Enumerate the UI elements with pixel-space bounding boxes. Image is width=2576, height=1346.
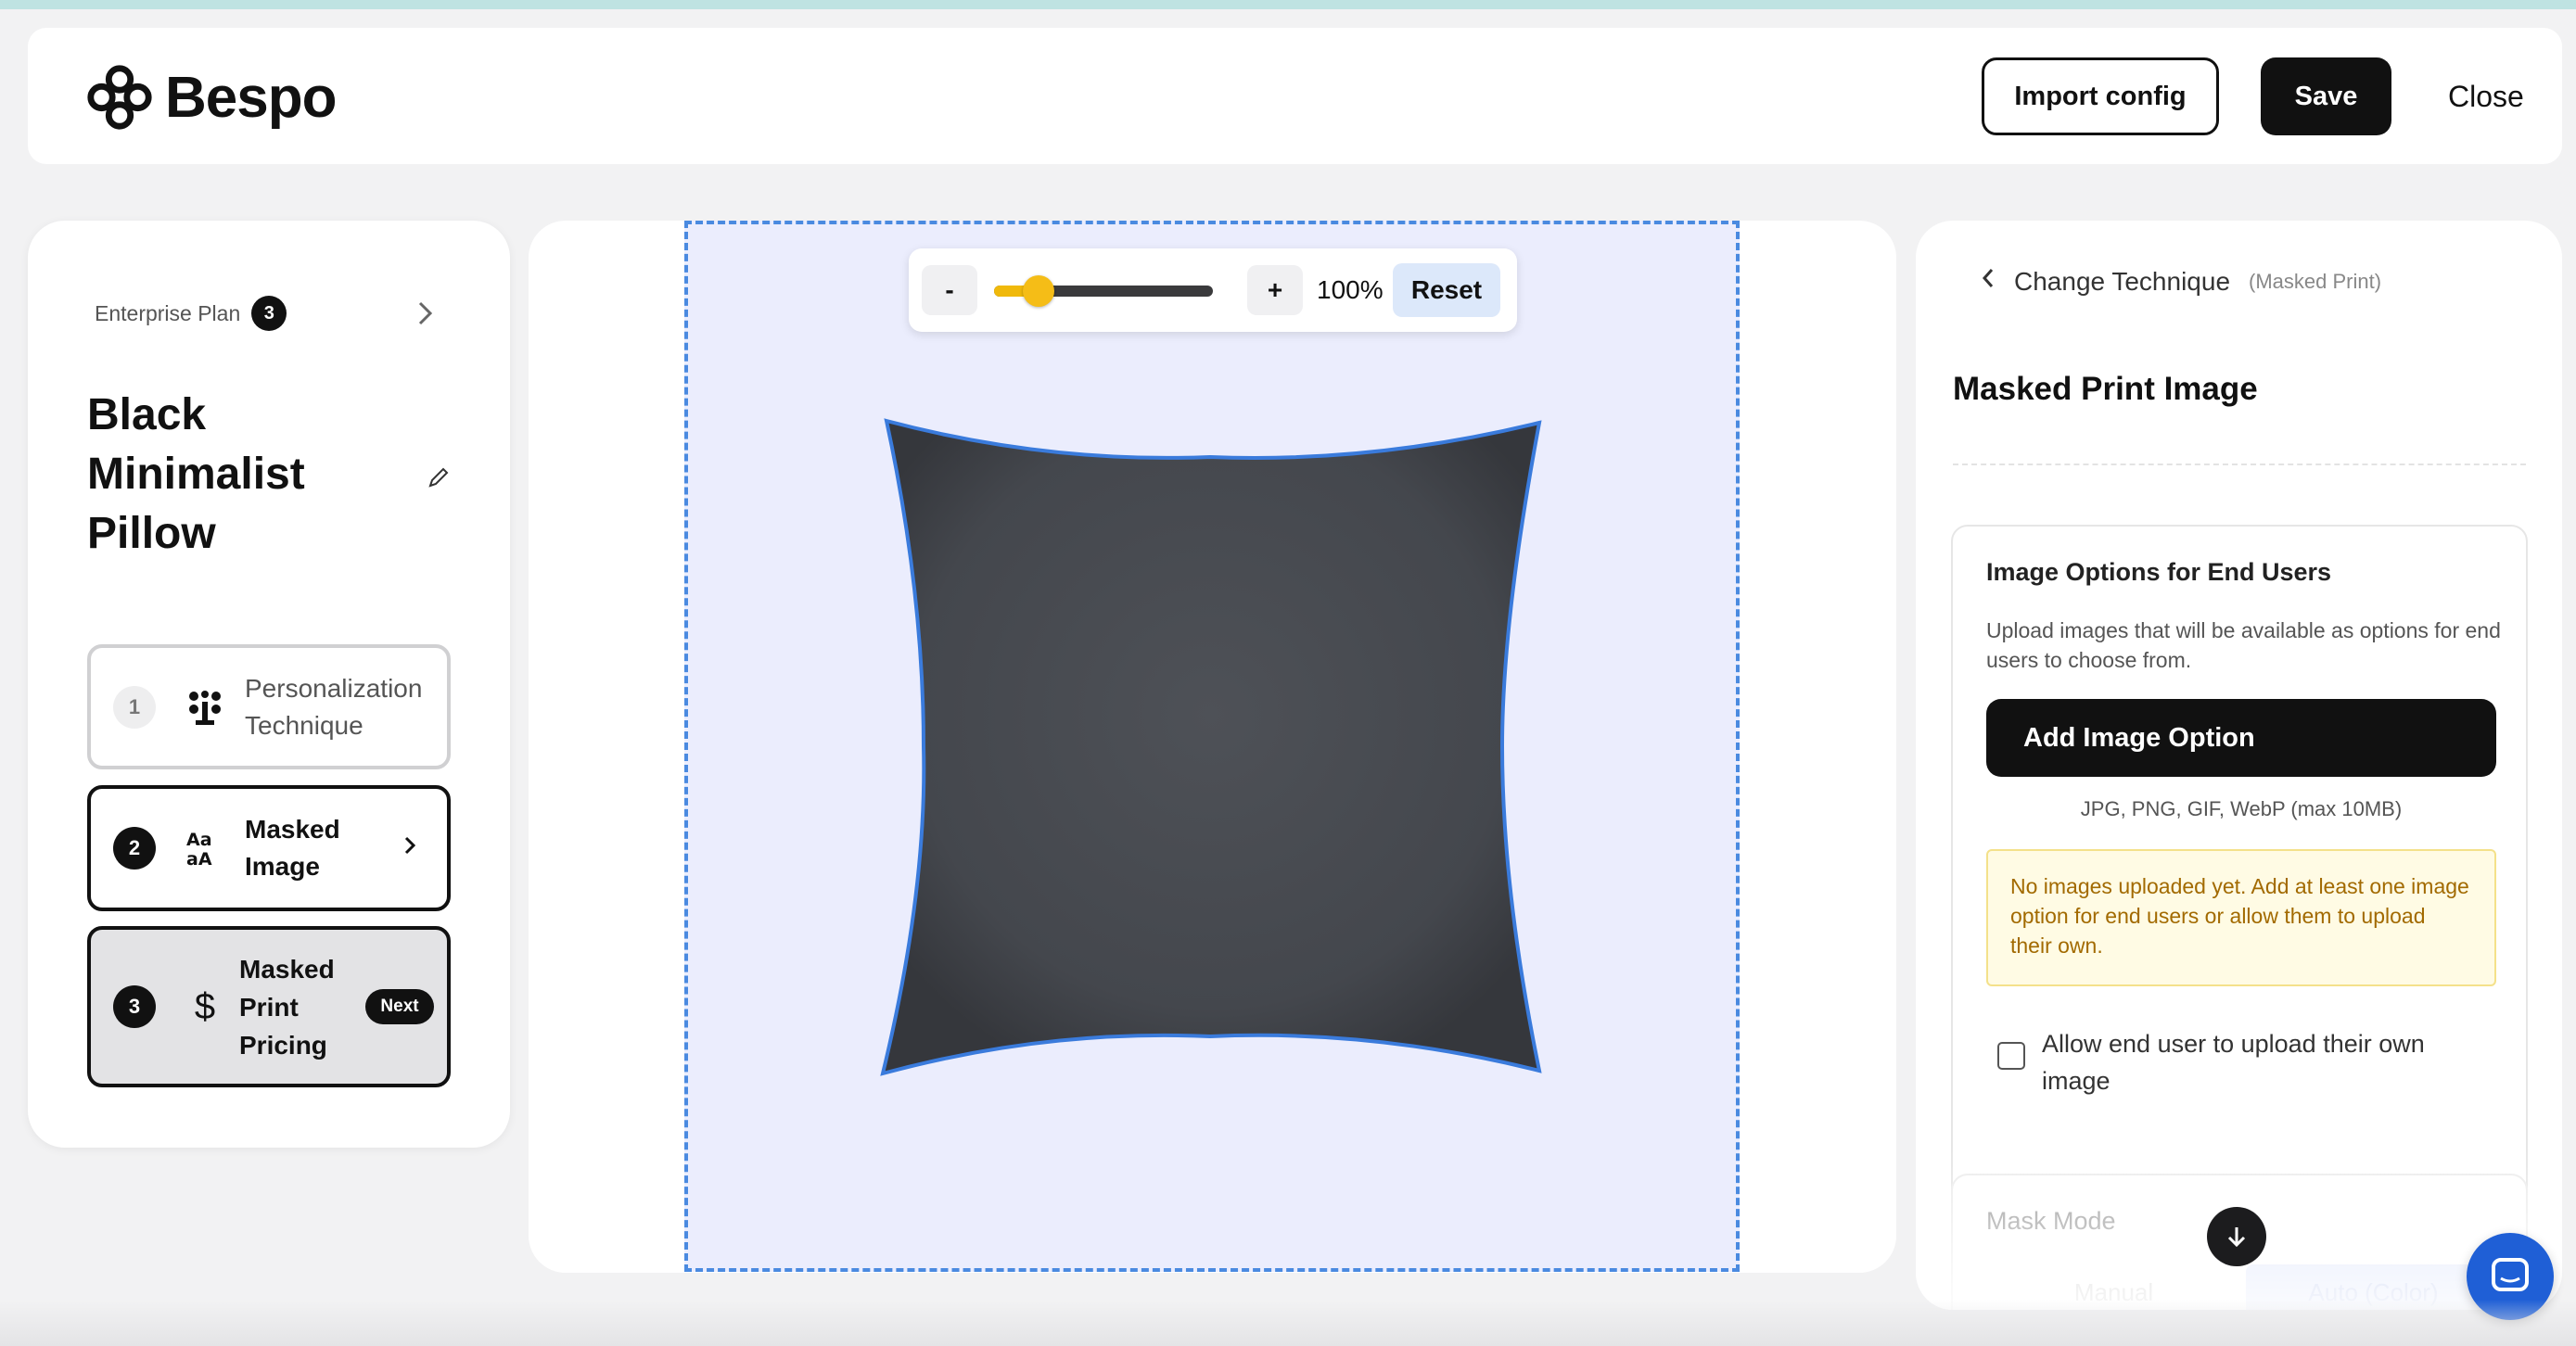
allow-upload-label[interactable]: Allow end user to upload their own image <box>2042 1025 2487 1099</box>
zoom-slider-thumb[interactable] <box>1023 275 1054 307</box>
technique-settings-panel: Change Technique (Masked Print) Masked P… <box>1916 221 2562 1310</box>
section-title: Masked Print Image <box>1953 371 2258 407</box>
plan-selector[interactable]: Enterprise Plan 3 <box>95 295 465 332</box>
mask-mode-title: Mask Mode <box>1986 1207 2116 1235</box>
app-header: Bespo Import config Save Close <box>28 28 2562 164</box>
image-options-title: Image Options for End Users <box>1986 558 2332 586</box>
step-number: 1 <box>113 685 156 729</box>
step-label: Personalization Technique <box>245 673 423 740</box>
allow-upload-option[interactable]: Allow end user to upload their own image <box>1997 1025 2489 1109</box>
scroll-down-button[interactable] <box>2207 1207 2266 1266</box>
zoom-out-button[interactable]: - <box>922 265 977 315</box>
close-button[interactable]: Close <box>2448 57 2524 135</box>
svg-text:Aa: Aa <box>186 830 212 850</box>
section-divider <box>1953 463 2526 465</box>
typography-icon: Aa aA <box>184 827 226 870</box>
next-badge: Next <box>365 989 434 1024</box>
chevron-right-icon <box>402 833 417 863</box>
bespo-logo-icon <box>87 65 152 130</box>
supported-formats-text: JPG, PNG, GIF, WebP (max 10MB) <box>2080 797 2403 820</box>
step-number: 3 <box>113 985 156 1028</box>
import-config-button[interactable]: Import config <box>1982 57 2219 135</box>
step-masked-image[interactable]: 2 Aa aA Masked Image <box>87 785 451 911</box>
zoom-value: 100% <box>1317 275 1384 304</box>
chevron-left-icon <box>1981 266 1996 298</box>
pencil-icon[interactable] <box>425 463 453 491</box>
chevron-right-icon[interactable] <box>415 295 443 332</box>
step-label: Masked Print Pricing <box>239 954 335 1060</box>
tree-nodes-icon <box>184 686 226 729</box>
plan-label: Enterprise Plan <box>95 300 241 325</box>
zoom-toolbar: - + 100% Reset <box>909 248 1517 332</box>
product-pillow-image[interactable] <box>872 408 1549 1085</box>
change-technique-label: Change Technique <box>2014 267 2231 296</box>
product-title: Black Minimalist Pillow <box>87 390 305 558</box>
add-image-option-button[interactable]: Add Image Option <box>1986 699 2496 777</box>
browser-top-strip <box>0 0 2576 9</box>
save-button[interactable]: Save <box>2261 57 2391 135</box>
step-masked-print-pricing[interactable]: 3 $ Masked Print Pricing Next <box>87 926 451 1087</box>
chat-icon <box>2492 1258 2529 1291</box>
arrow-down-icon <box>2227 1227 2246 1248</box>
step-number: 2 <box>113 827 156 870</box>
zoom-in-button[interactable]: + <box>1247 265 1303 315</box>
brand-name: Bespo <box>165 65 337 130</box>
steps-sidebar: Enterprise Plan 3 Black Minimalist Pillo… <box>28 221 510 1148</box>
window-bottom-shade <box>0 1300 2576 1346</box>
zoom-reset-button[interactable]: Reset <box>1393 263 1500 317</box>
allow-upload-checkbox[interactable] <box>1997 1042 2025 1070</box>
change-technique-link[interactable]: Change Technique (Masked Print) <box>1981 263 2381 300</box>
current-technique-name: (Masked Print) <box>2249 270 2382 293</box>
step-label: Masked Image <box>245 815 340 881</box>
svg-text:aA: aA <box>186 849 212 869</box>
step-personalization-technique[interactable]: 1 Personalization Technique <box>87 644 451 769</box>
dollar-icon: $ <box>194 985 216 1027</box>
no-images-warning: No images uploaded yet. Add at least one… <box>1986 849 2496 986</box>
image-options-description: Upload images that will be available as … <box>1986 618 2501 672</box>
zoom-slider[interactable] <box>994 275 1213 307</box>
plan-count-badge: 3 <box>251 296 287 331</box>
brand-logo[interactable]: Bespo <box>83 61 337 133</box>
